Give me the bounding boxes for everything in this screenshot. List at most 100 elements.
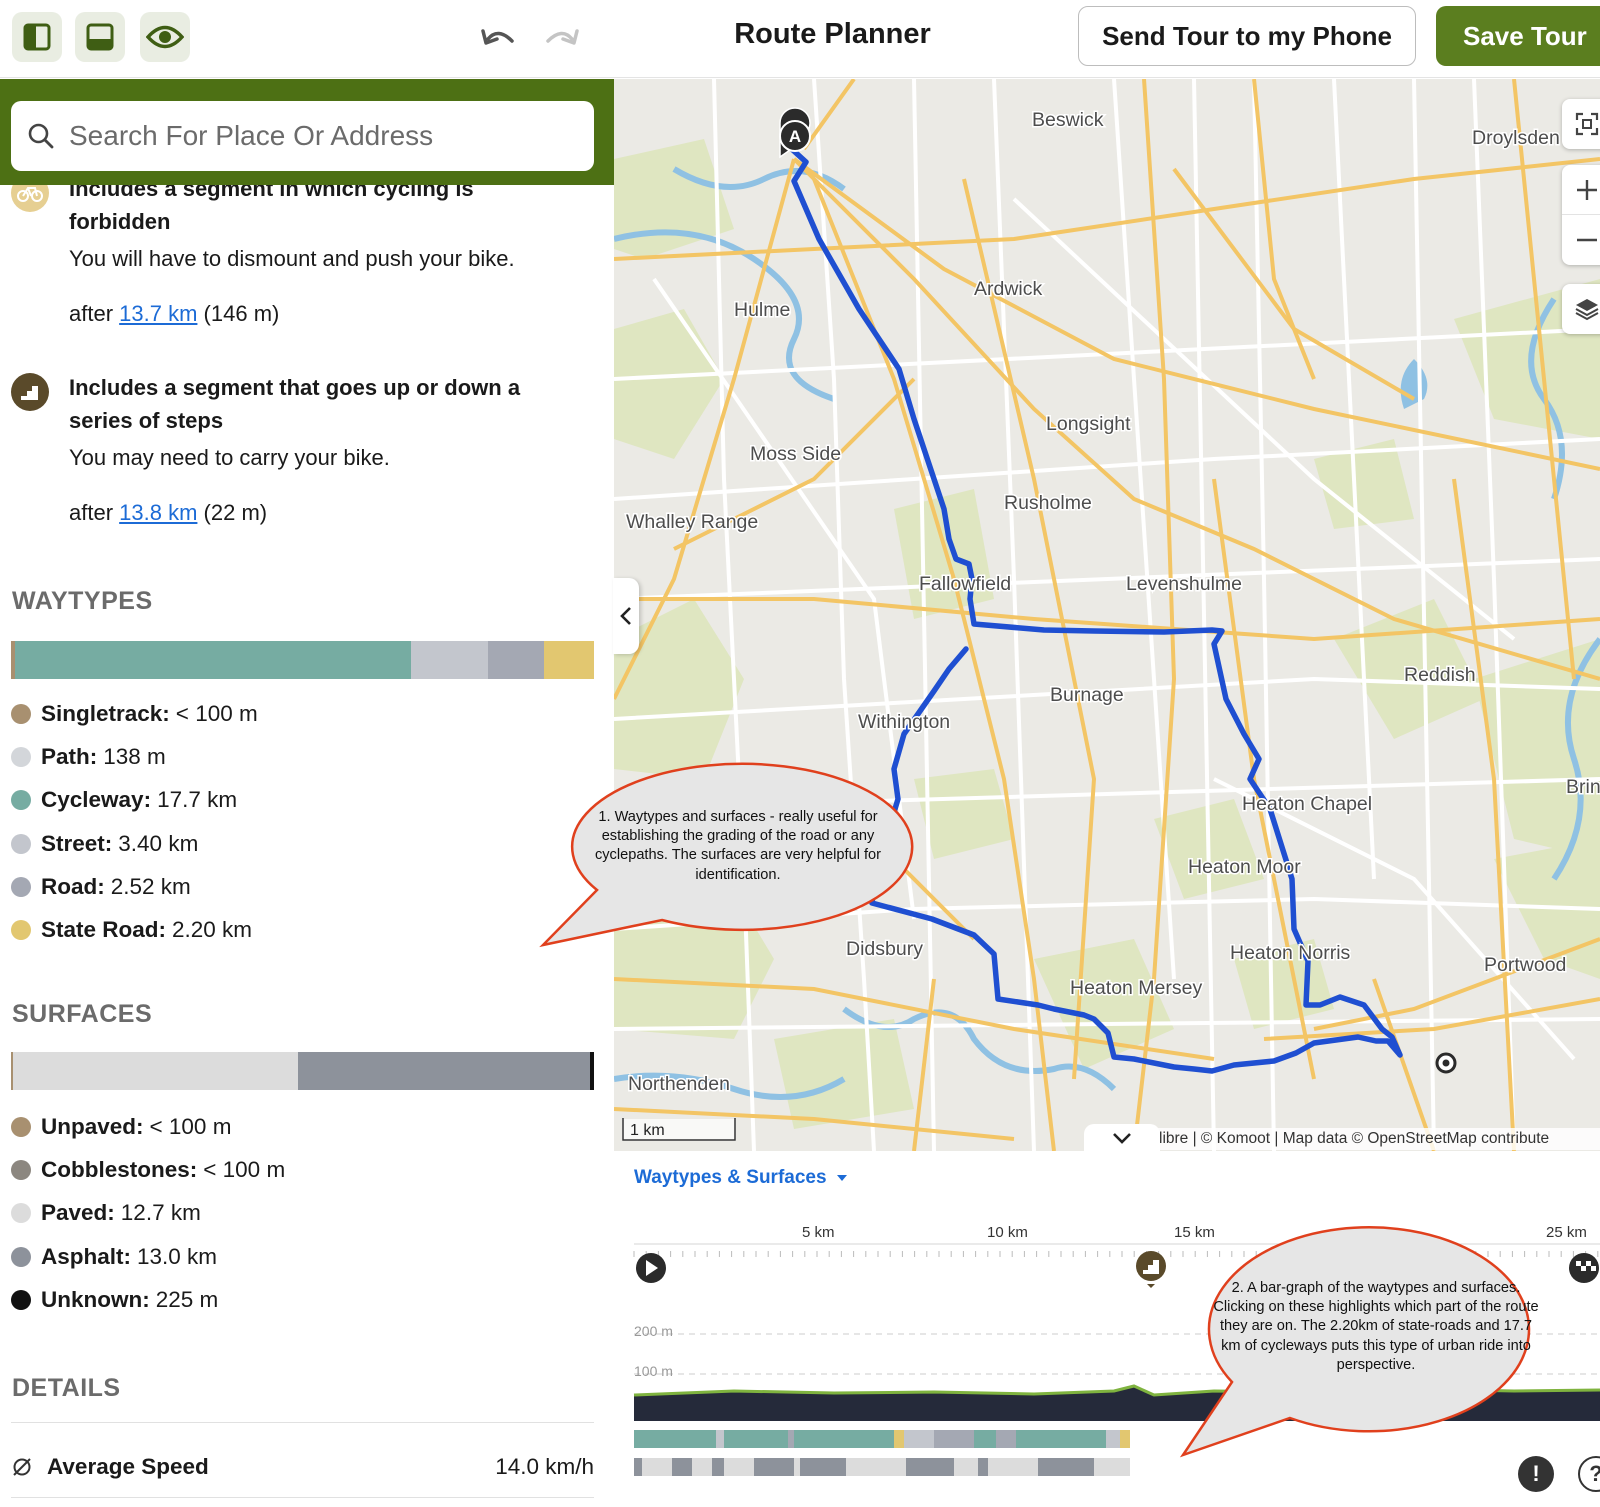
legend-color-dot bbox=[11, 1246, 31, 1267]
place-label: Didsbury bbox=[846, 938, 923, 960]
collapse-sidebar-button[interactable] bbox=[613, 578, 639, 654]
eye-icon[interactable] bbox=[140, 12, 190, 62]
report-issue-icon[interactable]: ! bbox=[1518, 1456, 1554, 1492]
place-label: Brin bbox=[1566, 776, 1600, 798]
search-box[interactable] bbox=[11, 101, 594, 171]
finish-flag-icon[interactable] bbox=[1569, 1253, 1599, 1283]
place-label: Longsight bbox=[1046, 413, 1131, 435]
surfaces-legend-item[interactable]: Paved: 12.7 km bbox=[11, 1192, 594, 1235]
map-attribution[interactable]: libre | © Komoot | Map data © OpenStreet… bbox=[1157, 1128, 1600, 1150]
redo-icon[interactable] bbox=[542, 18, 582, 58]
surface-segment[interactable] bbox=[13, 1052, 298, 1090]
legend-value: 13.0 km bbox=[137, 1243, 218, 1269]
legend-value: 12.7 km bbox=[120, 1200, 201, 1226]
panel-bottom-icon[interactable] bbox=[75, 12, 125, 62]
legend-value: 225 m bbox=[155, 1286, 219, 1312]
warning-after: after 13.7 km (146 m) bbox=[69, 301, 279, 327]
altitude-tick-label: 100 m bbox=[634, 1363, 673, 1379]
waytypes-legend-item[interactable]: Path: 138 m bbox=[11, 735, 594, 778]
undo-icon[interactable] bbox=[478, 18, 518, 58]
after-distance-link[interactable]: 13.7 km bbox=[119, 301, 197, 326]
surfaces-legend-item[interactable]: Unknown: 225 m bbox=[11, 1278, 594, 1321]
warning-text: You may need to carry your bike. bbox=[69, 445, 390, 470]
place-label: Levenshulme bbox=[1126, 573, 1242, 595]
page-title: Route Planner bbox=[734, 18, 931, 50]
zoom-control bbox=[1562, 165, 1600, 265]
top-bar: Route Planner Send Tour to my Phone Save… bbox=[0, 0, 1600, 78]
legend-label: State Road: bbox=[41, 917, 167, 943]
waytype-segment[interactable] bbox=[411, 641, 488, 679]
collapse-map-button[interactable] bbox=[1084, 1124, 1160, 1151]
place-label: Withington bbox=[858, 711, 950, 733]
average-speed-label: Average Speed bbox=[47, 1454, 209, 1479]
legend-label: Unpaved: bbox=[41, 1113, 144, 1139]
map[interactable]: A Beswick Droylsden Ardwick Hulme Longsi… bbox=[614, 79, 1600, 1151]
waytype-segment[interactable] bbox=[488, 641, 544, 679]
sidebar-left-icon[interactable] bbox=[12, 12, 62, 62]
place-label: Heaton Chapel bbox=[1242, 793, 1372, 815]
place-label: Portwood bbox=[1484, 954, 1566, 976]
km-tick-label: 15 km bbox=[1174, 1224, 1215, 1241]
legend-color-dot bbox=[11, 746, 31, 767]
zoom-in-icon[interactable] bbox=[1562, 165, 1600, 215]
average-icon bbox=[13, 1458, 31, 1476]
waytype-strip[interactable] bbox=[634, 1430, 1130, 1448]
fit-route-button[interactable] bbox=[1562, 99, 1600, 149]
surface-strip[interactable] bbox=[634, 1458, 1130, 1476]
legend-color-dot bbox=[11, 1116, 31, 1137]
place-label: Heaton Mersey bbox=[1070, 977, 1202, 999]
waytypes-legend-item[interactable]: Road: 2.52 km bbox=[11, 865, 594, 908]
place-label: Whalley Range bbox=[626, 511, 758, 533]
send-tour-button[interactable]: Send Tour to my Phone bbox=[1078, 6, 1416, 66]
after-prefix: after bbox=[69, 301, 114, 326]
surfaces-legend-item[interactable]: Cobblestones: < 100 m bbox=[11, 1148, 594, 1191]
waytypes-bar[interactable] bbox=[11, 641, 594, 679]
after-distance-link[interactable]: 13.8 km bbox=[119, 500, 197, 525]
callout-text-1: 1. Waytypes and surfaces - really useful… bbox=[594, 809, 882, 883]
start-marker-label: A bbox=[789, 127, 801, 146]
place-label: Burnage bbox=[1050, 684, 1124, 706]
surface-segment[interactable] bbox=[298, 1052, 590, 1090]
search-input[interactable] bbox=[69, 120, 569, 152]
legend-color-dot bbox=[11, 1289, 31, 1310]
waytypes-legend-item[interactable]: Street: 3.40 km bbox=[11, 822, 594, 865]
place-label: Northenden bbox=[628, 1073, 730, 1095]
waytypes-legend-item[interactable]: Singletrack: < 100 m bbox=[11, 692, 594, 735]
save-tour-button[interactable]: Save Tour bbox=[1436, 6, 1600, 66]
legend-value: 138 m bbox=[103, 743, 166, 769]
place-label: Heaton Norris bbox=[1230, 942, 1351, 964]
surfaces-legend: Unpaved: < 100 m Cobblestones: < 100 m Paved… bbox=[11, 1105, 594, 1321]
details-heading: DETAILS bbox=[12, 1374, 121, 1402]
average-speed-row: Average Speed 14.0 km/h bbox=[11, 1447, 594, 1487]
steps-marker-icon[interactable] bbox=[1136, 1251, 1166, 1288]
waytypes-legend: Singletrack: < 100 m Path: 138 m Cycleway: 17… bbox=[11, 692, 594, 952]
layers-button[interactable] bbox=[1562, 284, 1600, 334]
surfaces-legend-item[interactable]: Asphalt: 13.0 km bbox=[11, 1235, 594, 1278]
sidebar: Includes a segment in which cycling is f… bbox=[0, 79, 614, 1507]
legend-value: 17.7 km bbox=[157, 787, 238, 813]
scale-bar: 1 km bbox=[622, 1118, 736, 1141]
end-marker[interactable] bbox=[1435, 1052, 1457, 1074]
legend-color-dot bbox=[11, 1203, 31, 1224]
zoom-out-icon[interactable] bbox=[1562, 215, 1600, 265]
search-icon bbox=[28, 123, 54, 149]
waytype-segment[interactable] bbox=[544, 641, 594, 679]
legend-label: Paved: bbox=[41, 1200, 115, 1226]
surfaces-legend-item[interactable]: Unpaved: < 100 m bbox=[11, 1105, 594, 1148]
play-icon[interactable] bbox=[636, 1253, 666, 1283]
waytypes-legend-item[interactable]: Cycleway: 17.7 km bbox=[11, 779, 594, 822]
legend-color-dot bbox=[11, 833, 31, 854]
map-canvas[interactable]: A Beswick Droylsden Ardwick Hulme Longsi… bbox=[614, 79, 1600, 1151]
waytype-segment[interactable] bbox=[15, 641, 411, 679]
waytypes-heading: WAYTYPES bbox=[12, 587, 153, 615]
place-label: Reddish bbox=[1404, 664, 1476, 686]
after-prefix: after bbox=[69, 500, 114, 525]
warning-after: after 13.8 km (22 m) bbox=[69, 500, 267, 526]
surface-segment[interactable] bbox=[590, 1052, 594, 1090]
legend-value: 2.52 km bbox=[110, 873, 191, 899]
steps-icon bbox=[11, 373, 49, 411]
legend-label: Asphalt: bbox=[41, 1243, 131, 1269]
after-suffix: (146 m) bbox=[203, 301, 280, 326]
surfaces-bar[interactable] bbox=[11, 1052, 594, 1090]
waytypes-legend-item[interactable]: State Road: 2.20 km bbox=[11, 908, 594, 951]
